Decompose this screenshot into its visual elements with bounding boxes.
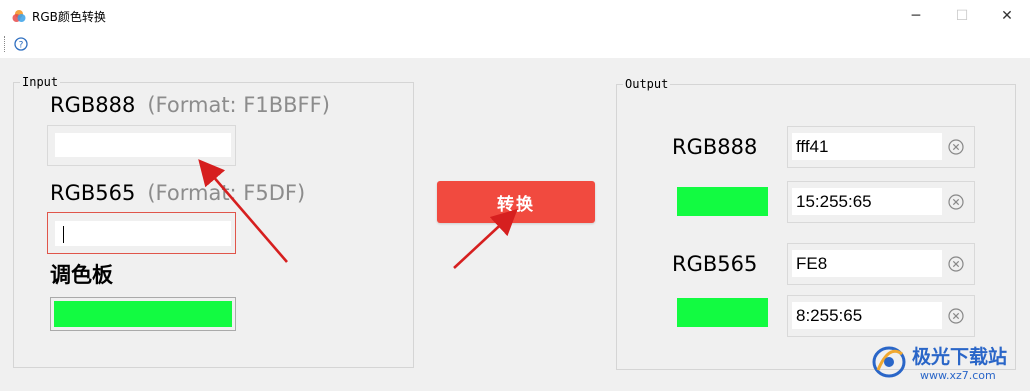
minimize-button[interactable]: ─ [893, 0, 939, 32]
input-rgb888-label: RGB888 (Format: F1BBFF) [50, 93, 330, 117]
output-rgb565-hex-field[interactable]: FE8 [792, 250, 942, 277]
rgb565-input[interactable] [55, 221, 231, 246]
window-title: RGB颜色转换 [32, 10, 106, 24]
close-icon: ✕ [1001, 8, 1013, 24]
minimize-icon: ─ [911, 8, 921, 24]
annotation-arrow [453, 208, 518, 269]
palette-swatch[interactable] [54, 301, 232, 327]
toolbar-grip[interactable] [4, 36, 7, 52]
close-button[interactable]: ✕ [984, 0, 1030, 32]
input-rgb565-format-hint: (Format: F5DF) [147, 181, 306, 205]
input-rgb565-label: RGB565 (Format: F5DF) [50, 181, 305, 205]
input-rgb888-label-text: RGB888 [50, 93, 136, 117]
rgb888-input[interactable] [55, 133, 231, 157]
watermark-logo-icon [872, 346, 906, 378]
input-rgb565-label-text: RGB565 [50, 181, 136, 205]
output-rgb565-label: RGB565 [672, 252, 758, 276]
output-rgb888-hex-frame: fff41 [787, 126, 975, 168]
svg-text:?: ? [19, 41, 24, 51]
clear-icon[interactable] [947, 138, 965, 156]
input-group-legend: Input [22, 75, 59, 89]
clear-icon[interactable] [947, 307, 965, 325]
app-logo-icon [12, 10, 26, 22]
watermark-name: 极光下载站 [912, 346, 1008, 368]
output-rgb888-dec-field[interactable]: 15:255:65 [792, 188, 942, 215]
output-rgb565-swatch [677, 298, 768, 327]
output-rgb888-dec-frame: 15:255:65 [787, 181, 975, 223]
help-icon[interactable]: ? [14, 37, 28, 51]
palette-swatch-frame[interactable] [50, 297, 236, 331]
maximize-icon: ☐ [955, 8, 969, 24]
rgb888-input-frame [47, 125, 236, 166]
output-group-legend: Output [625, 77, 669, 91]
output-rgb565-dec-frame: 8:255:65 [787, 295, 975, 337]
watermark-url: www.xz7.com [920, 369, 996, 382]
output-rgb888-swatch [677, 187, 768, 216]
palette-label: 调色板 [50, 263, 113, 287]
clear-icon[interactable] [947, 255, 965, 273]
output-rgb565-hex-frame: FE8 [787, 243, 975, 285]
text-caret [63, 226, 64, 243]
toolbar [0, 32, 1030, 58]
output-rgb565-dec-field[interactable]: 8:255:65 [792, 302, 942, 329]
input-rgb888-format-hint: (Format: F1BBFF) [147, 93, 330, 117]
convert-button[interactable]: 转换 [437, 181, 595, 223]
output-rgb888-label: RGB888 [672, 135, 758, 159]
maximize-button[interactable]: ☐ [939, 0, 985, 32]
rgb565-input-frame [47, 212, 236, 254]
output-rgb888-hex-field[interactable]: fff41 [792, 133, 942, 160]
title-bar: RGB颜色转换 ─ ☐ ✕ [0, 0, 1030, 32]
clear-icon[interactable] [947, 193, 965, 211]
